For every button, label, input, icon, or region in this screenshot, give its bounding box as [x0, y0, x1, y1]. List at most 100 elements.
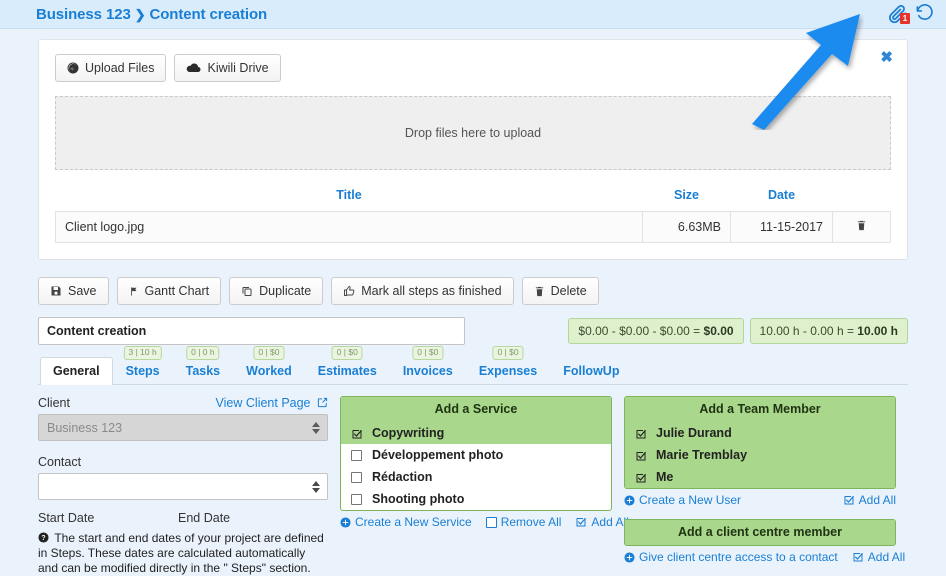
checkbox-unchecked-icon[interactable] [351, 471, 362, 483]
tab-general[interactable]: General [40, 357, 113, 385]
file-size: 6.63MB [642, 211, 731, 243]
service-label: Copywriting [372, 426, 445, 440]
tab-followup-label: FollowUp [563, 364, 620, 378]
file-title[interactable]: Client logo.jpg [55, 211, 643, 243]
create-new-service-link[interactable]: Create a New Service [340, 515, 472, 529]
team-member-list: Julie Durand Marie Tremblay Me [625, 422, 895, 488]
tab-worked[interactable]: 0 | $0 Worked [233, 346, 305, 385]
project-name-input[interactable] [38, 317, 465, 345]
file-dropzone[interactable]: Drop files here to upload [55, 96, 891, 170]
upload-files-button[interactable]: Upload Files [55, 54, 167, 82]
cloud-icon [186, 62, 202, 74]
add-service-title: Add a Service [341, 397, 611, 422]
upload-button-row: Upload Files Kiwili Drive [55, 54, 891, 82]
money-summary-total: $0.00 [703, 324, 734, 338]
delete-button[interactable]: Delete [521, 277, 599, 305]
client-details-column: Client View Client Page Business 123 Con… [38, 396, 328, 576]
checkbox-unchecked-icon [485, 516, 497, 528]
checkbox-checked-icon [844, 495, 854, 505]
list-item[interactable]: Développement photo [341, 444, 611, 466]
list-item[interactable]: Me [625, 466, 895, 488]
list-item[interactable]: Copywriting [341, 422, 611, 444]
team-column: Add a Team Member Julie Durand Marie Tre… [624, 396, 905, 576]
tab-estimates[interactable]: 0 | $0 Estimates [305, 346, 390, 385]
tab-tasks[interactable]: 0 | 0 h Tasks [173, 346, 234, 385]
list-item[interactable]: Marie Tremblay [625, 444, 895, 466]
tab-tasks-label: Tasks [185, 364, 221, 378]
add-team-member-panel: Add a Team Member Julie Durand Marie Tre… [624, 396, 896, 489]
add-team-member-title: Add a Team Member [625, 397, 895, 422]
list-item[interactable]: Julie Durand [625, 422, 895, 444]
contact-select[interactable] [38, 473, 328, 500]
tab-general-label: General [53, 364, 100, 378]
service-label: Shooting photo [372, 492, 465, 506]
column-header-title[interactable]: Title [56, 184, 643, 212]
tab-invoices[interactable]: 0 | $0 Invoices [390, 346, 466, 385]
checkbox-checked-icon [576, 517, 587, 527]
checkbox-checked-icon[interactable] [635, 450, 646, 461]
client-select-value: Business 123 [47, 420, 123, 435]
view-client-page-label: View Client Page [215, 396, 311, 410]
list-item[interactable]: Shooting photo [341, 488, 611, 510]
tab-steps-badge: 3 | 10 h [123, 346, 162, 360]
copy-icon [241, 285, 253, 297]
checkbox-checked-icon[interactable] [351, 428, 362, 439]
tab-estimates-label: Estimates [317, 364, 377, 378]
tab-steps[interactable]: 3 | 10 h Steps [113, 346, 173, 385]
tab-expenses-label: Expenses [478, 364, 538, 378]
add-all-services-link[interactable]: Add All [575, 515, 629, 529]
list-item[interactable]: Rédaction [341, 466, 611, 488]
tab-estimates-badge: 0 | $0 [331, 346, 363, 360]
tab-expenses[interactable]: 0 | $0 Expenses [466, 346, 550, 385]
money-summary-badge: $0.00 - $0.00 - $0.00 = $0.00 [568, 318, 744, 344]
column-header-date[interactable]: Date [731, 184, 833, 212]
flag-icon [129, 285, 139, 298]
add-all-client-centre-link[interactable]: Add All [852, 550, 905, 564]
duplicate-button[interactable]: Duplicate [229, 277, 324, 305]
add-all-client-centre-label: Add All [867, 550, 906, 564]
column-header-size[interactable]: Size [643, 184, 731, 212]
save-button[interactable]: Save [38, 277, 109, 305]
date-labels-row: Start Date End Date [38, 511, 328, 529]
service-panel-footer: Create a New Service Remove All Add All [340, 515, 629, 529]
add-client-centre-member-panel: Add a client centre member [624, 519, 896, 546]
top-header-bar: Business 123 ❯ Content creation 1 [0, 0, 946, 29]
service-label: Développement photo [372, 448, 504, 462]
file-date: 11-15-2017 [730, 211, 833, 243]
delete-file-button[interactable] [832, 211, 891, 243]
team-panel-footer: Create a New User Add All [624, 493, 896, 507]
create-new-user-link[interactable]: Create a New User [624, 493, 741, 507]
project-title-row: $0.00 - $0.00 - $0.00 = $0.00 10.00 h - … [38, 317, 908, 345]
history-icon[interactable] [915, 3, 934, 25]
add-client-centre-member-title: Add a client centre member [625, 520, 895, 545]
team-member-label: Julie Durand [656, 426, 732, 440]
view-client-page-link[interactable]: View Client Page [216, 396, 328, 410]
plus-circle-icon [624, 494, 635, 506]
mark-steps-finished-button[interactable]: Mark all steps as finished [331, 277, 514, 305]
kiwili-drive-button[interactable]: Kiwili Drive [174, 54, 281, 82]
gantt-chart-button[interactable]: Gantt Chart [116, 277, 222, 305]
uploaded-files-table: Title Size Date Client logo.jpg 6.63MB 1… [55, 184, 891, 243]
chevron-updown-icon [312, 421, 320, 434]
checkbox-unchecked-icon[interactable] [351, 493, 362, 505]
paperclip-icon[interactable]: 1 [887, 4, 910, 24]
tab-expenses-badge: 0 | $0 [492, 346, 524, 360]
add-all-team-link[interactable]: Add All [843, 493, 896, 507]
remove-all-services-link[interactable]: Remove All [485, 515, 561, 529]
client-select[interactable]: Business 123 [38, 414, 328, 441]
tab-followup[interactable]: FollowUp [550, 357, 632, 385]
checkbox-checked-icon[interactable] [635, 472, 646, 483]
close-icon[interactable]: ✖ [880, 50, 893, 65]
checkbox-unchecked-icon[interactable] [351, 449, 362, 461]
give-client-centre-access-link[interactable]: Give client centre access to a contact [624, 550, 838, 564]
chevron-updown-icon [312, 480, 320, 493]
client-label: Client [38, 396, 70, 410]
end-date-label: End Date [178, 511, 231, 525]
table-row: Client logo.jpg 6.63MB 11-15-2017 [55, 211, 891, 243]
tab-steps-label: Steps [125, 364, 160, 378]
checkbox-checked-icon[interactable] [635, 428, 646, 439]
hours-summary-badge: 10.00 h - 0.00 h = 10.00 h [749, 318, 908, 344]
breadcrumb-client[interactable]: Business 123 [36, 6, 131, 23]
kiwili-drive-label: Kiwili Drive [207, 61, 269, 75]
file-upload-card: ✖ Upload Files Kiwili Drive Drop files h… [38, 39, 908, 260]
